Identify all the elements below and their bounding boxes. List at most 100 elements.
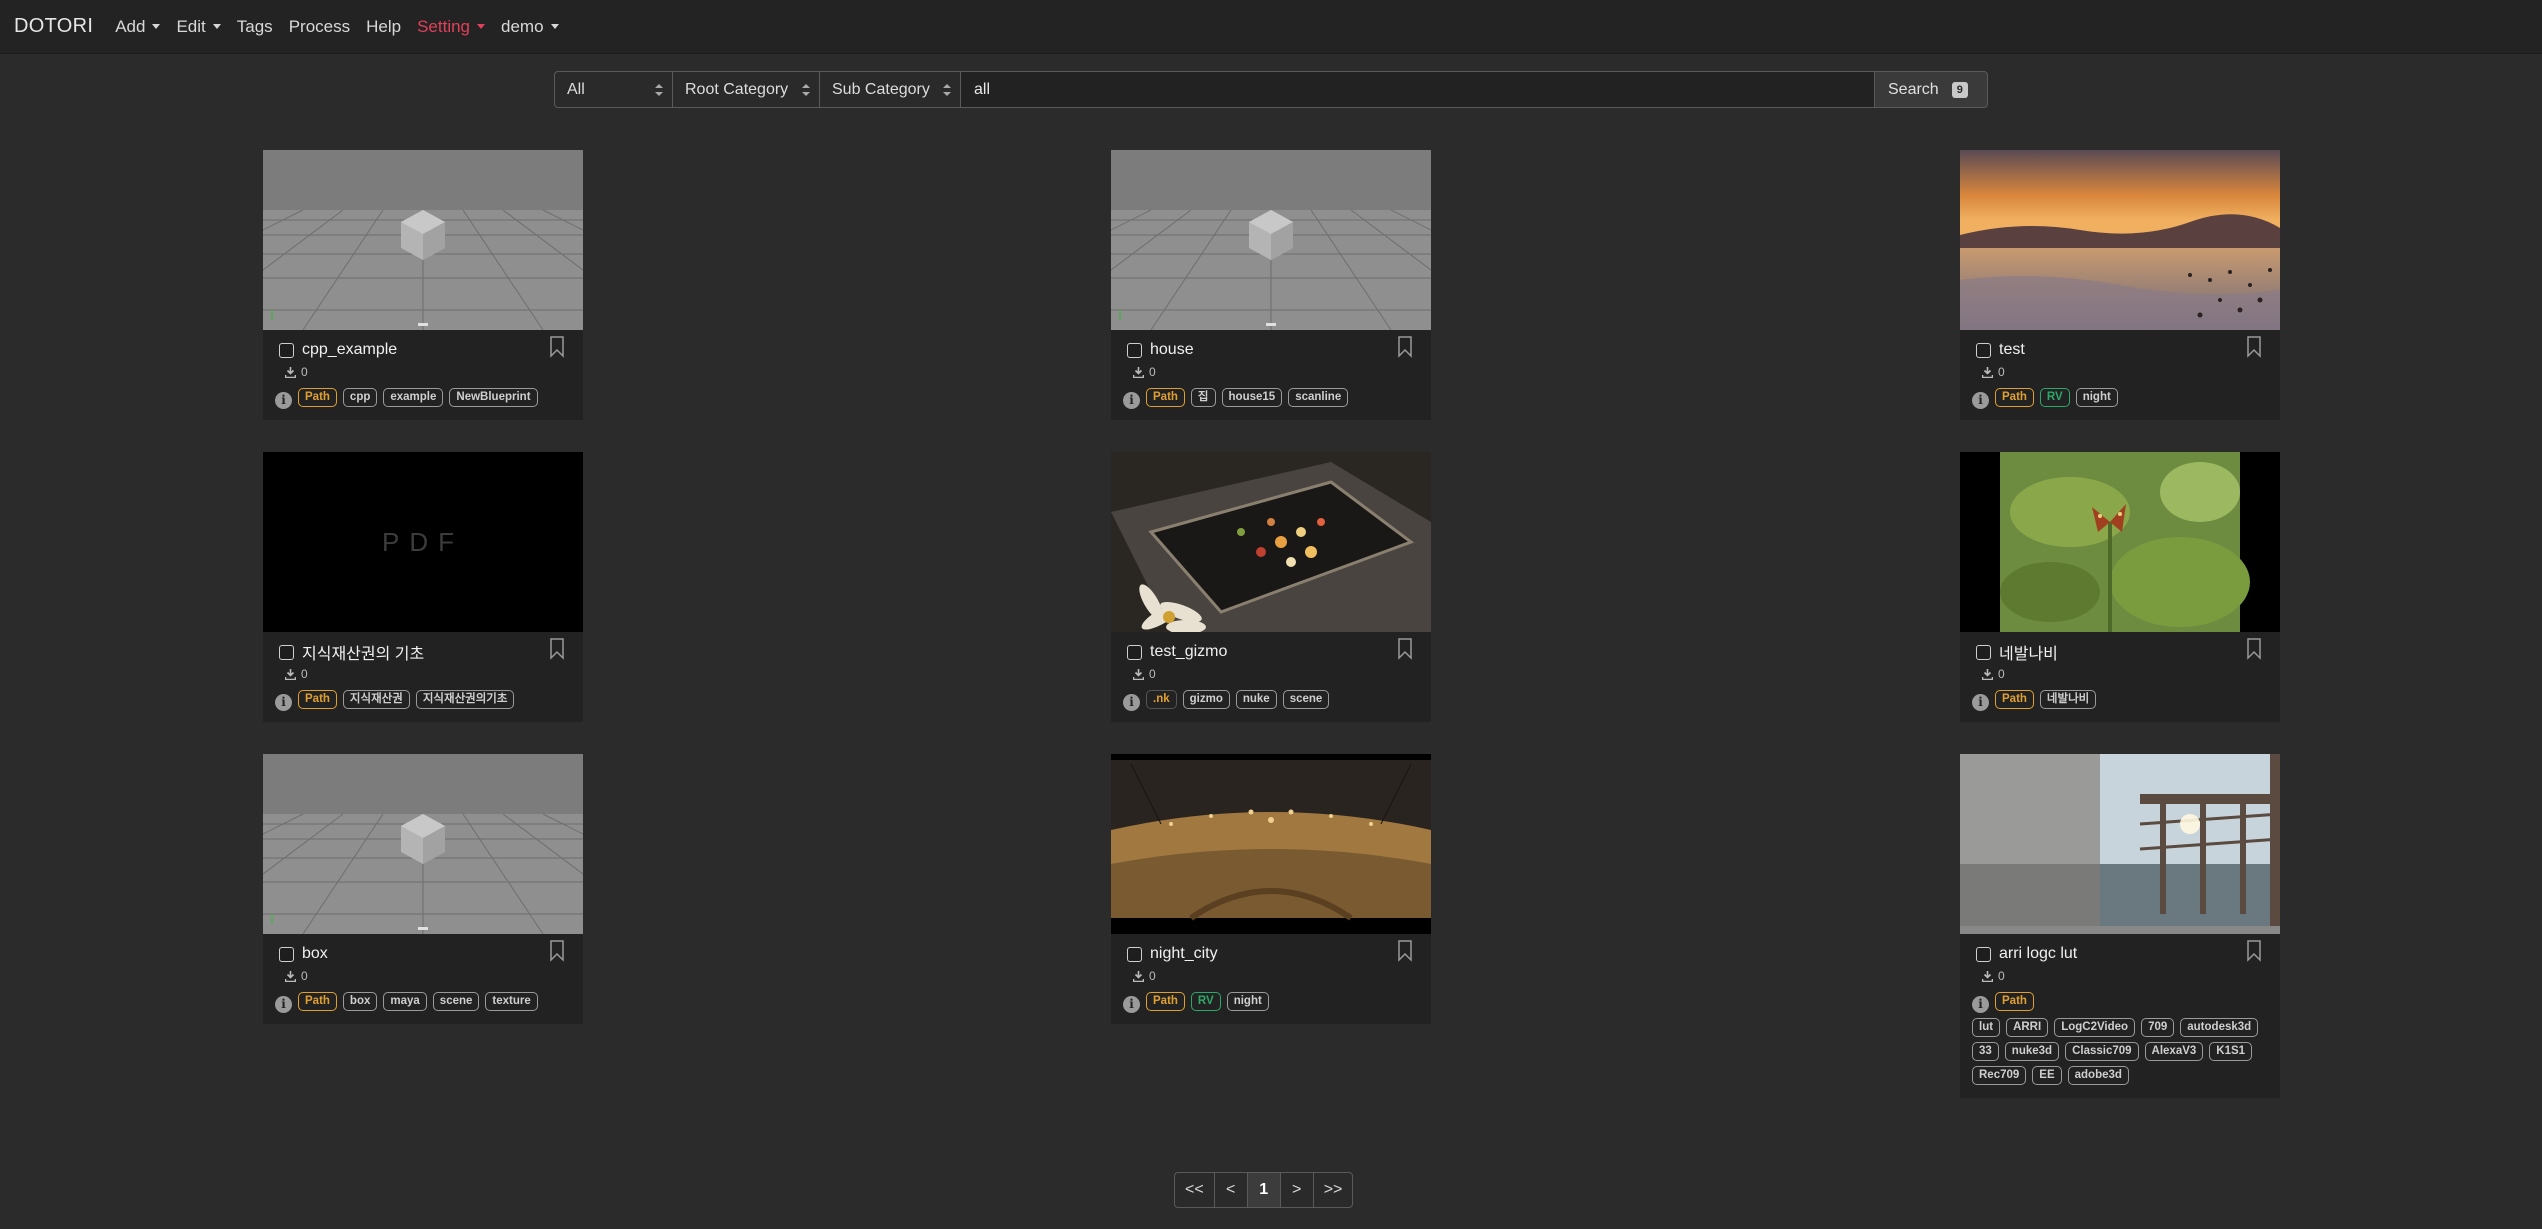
select-checkbox[interactable] [1127, 644, 1142, 660]
tag-path[interactable]: Path [1146, 992, 1185, 1011]
tag[interactable]: 33 [1972, 1042, 1999, 1061]
select-checkbox[interactable] [1127, 946, 1142, 962]
search-input[interactable]: all [961, 71, 1874, 108]
tag[interactable]: house15 [1221, 388, 1283, 407]
tag[interactable]: autodesk3d [2180, 1018, 2259, 1037]
asset-thumbnail[interactable] [1960, 150, 2280, 330]
tag[interactable]: scanline [1288, 388, 1349, 407]
info-icon[interactable]: i [1123, 391, 1140, 409]
tag[interactable]: 지식재산권 [342, 690, 410, 709]
bookmark-icon[interactable] [2246, 336, 2262, 358]
select-checkbox[interactable] [1976, 342, 1991, 358]
bookmark-icon[interactable] [2246, 940, 2262, 962]
nav-edit[interactable]: Edit [176, 17, 221, 37]
page-prev-button[interactable]: < [1213, 1172, 1248, 1208]
tag-rv[interactable]: RV [1190, 992, 1221, 1011]
bookmark-icon[interactable] [549, 336, 565, 358]
nav-process[interactable]: Process [289, 17, 350, 37]
bookmark-icon[interactable] [1397, 336, 1413, 358]
select-checkbox[interactable] [1976, 946, 1991, 962]
page-next-button[interactable]: > [1279, 1172, 1314, 1208]
type-select[interactable]: All [554, 71, 673, 108]
root-category-select[interactable]: Root Category [673, 71, 820, 108]
asset-thumbnail[interactable] [1111, 754, 1431, 934]
tag[interactable]: lut [1972, 1018, 2001, 1037]
sub-category-select[interactable]: Sub Category [820, 71, 961, 108]
asset-thumbnail[interactable] [1111, 452, 1431, 632]
tag-path[interactable]: Path [1146, 388, 1185, 407]
info-icon[interactable]: i [1972, 391, 1989, 409]
tag[interactable]: ARRI [2006, 1018, 2049, 1037]
tag[interactable]: gizmo [1182, 690, 1230, 709]
asset-title[interactable]: test [1999, 341, 2025, 359]
tag[interactable]: maya [383, 992, 427, 1011]
info-icon[interactable]: i [275, 391, 292, 409]
tag-path[interactable]: Path [298, 690, 337, 709]
tag-path[interactable]: Path [1995, 690, 2034, 709]
brand-logo[interactable]: DOTORI [14, 15, 93, 38]
tag[interactable]: K1S1 [2209, 1042, 2253, 1061]
info-icon[interactable]: i [1123, 693, 1140, 711]
tag[interactable]: nuke3d [2004, 1042, 2060, 1061]
tag-path[interactable]: Path [1995, 388, 2034, 407]
asset-thumbnail[interactable]: PDF [263, 452, 583, 632]
asset-title[interactable]: 네발나비 [1999, 640, 2058, 664]
info-icon[interactable]: i [275, 995, 292, 1013]
tag[interactable]: night [1226, 992, 1269, 1011]
nav-setting[interactable]: Setting [417, 17, 486, 37]
tag[interactable]: LogC2Video [2054, 1018, 2136, 1037]
asset-thumbnail[interactable] [263, 754, 583, 934]
tag[interactable]: texture [485, 992, 538, 1011]
bookmark-icon[interactable] [2246, 638, 2262, 660]
select-checkbox[interactable] [279, 644, 294, 660]
info-icon[interactable]: i [275, 693, 292, 711]
tag[interactable]: NewBlueprint [449, 388, 538, 407]
tag[interactable]: 지식재산권의기초 [415, 690, 515, 709]
select-checkbox[interactable] [1127, 342, 1142, 358]
tag[interactable]: 709 [2141, 1018, 2175, 1037]
nav-help[interactable]: Help [366, 17, 401, 37]
tag[interactable]: cpp [342, 388, 378, 407]
search-button[interactable]: Search 9 [1874, 71, 1988, 108]
page-current-button[interactable]: 1 [1246, 1172, 1281, 1208]
tag[interactable]: night [2075, 388, 2118, 407]
bookmark-icon[interactable] [549, 638, 565, 660]
nav-user-demo[interactable]: demo [501, 17, 559, 37]
asset-title[interactable]: arri logc lut [1999, 945, 2077, 963]
tag-rv[interactable]: RV [2039, 388, 2070, 407]
asset-title[interactable]: test_gizmo [1150, 643, 1227, 661]
asset-thumbnail[interactable] [1960, 754, 2280, 934]
asset-thumbnail[interactable] [263, 150, 583, 330]
asset-title[interactable]: house [1150, 341, 1194, 359]
select-checkbox[interactable] [279, 946, 294, 962]
tag[interactable]: 집 [1190, 388, 1216, 407]
tag-path[interactable]: Path [298, 388, 337, 407]
tag[interactable]: EE [2032, 1066, 2062, 1085]
select-checkbox[interactable] [1976, 644, 1991, 660]
info-icon[interactable]: i [1972, 693, 1989, 711]
tag[interactable]: box [342, 992, 378, 1011]
nav-tags[interactable]: Tags [237, 17, 273, 37]
tag[interactable]: Rec709 [1972, 1066, 2027, 1085]
tag[interactable]: Classic709 [2065, 1042, 2139, 1061]
info-icon[interactable]: i [1972, 995, 1989, 1013]
select-checkbox[interactable] [279, 342, 294, 358]
asset-title[interactable]: night_city [1150, 945, 1218, 963]
bookmark-icon[interactable] [549, 940, 565, 962]
tag[interactable]: AlexaV3 [2144, 1042, 2204, 1061]
tag[interactable]: example [383, 388, 444, 407]
nav-add[interactable]: Add [115, 17, 161, 37]
info-icon[interactable]: i [1123, 995, 1140, 1013]
tag[interactable]: adobe3d [2067, 1066, 2129, 1085]
asset-thumbnail[interactable] [1960, 452, 2280, 632]
tag[interactable]: nuke [1235, 690, 1277, 709]
page-first-button[interactable]: << [1174, 1172, 1215, 1208]
page-last-button[interactable]: >> [1312, 1172, 1354, 1208]
tag[interactable]: scene [432, 992, 480, 1011]
tag-path[interactable]: Path [298, 992, 337, 1011]
asset-title[interactable]: 지식재산권의 기초 [302, 640, 424, 664]
bookmark-icon[interactable] [1397, 940, 1413, 962]
tag-extension[interactable]: .nk [1146, 690, 1177, 709]
tag-path[interactable]: Path [1995, 992, 2034, 1011]
asset-thumbnail[interactable] [1111, 150, 1431, 330]
